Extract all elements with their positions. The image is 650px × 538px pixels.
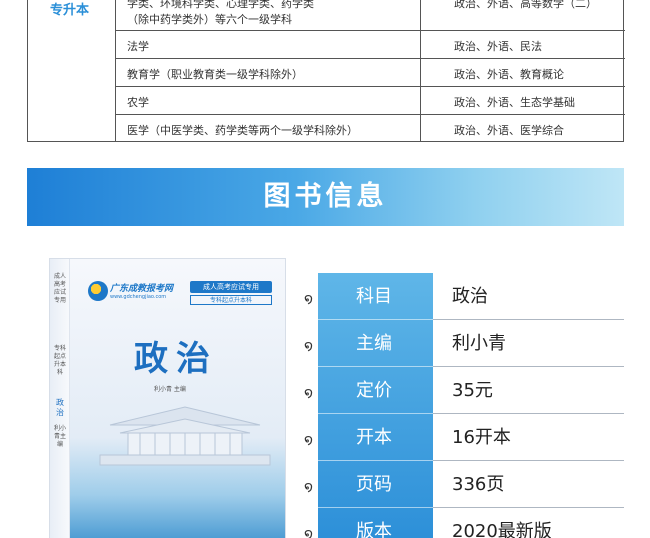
subjects-cell: 政治、外语、生态学基础: [421, 87, 625, 114]
level-cell: 专升本: [28, 0, 116, 141]
subjects-cell: 政治、外语、教育概论: [421, 59, 625, 86]
logo-url: www.gdchengjiao.com: [110, 294, 167, 300]
major-cell: 学类、环境科学类、心理学类、药学类 （除中药学类外）等六个一级学科: [116, 0, 421, 30]
level-badge: 专科起点升本科: [190, 295, 272, 305]
major-cell: 农学: [116, 87, 421, 114]
info-value: 16开本: [452, 427, 511, 448]
book-cover-image: 成人高考应试专用 专科起点升本科 政治 利小青主编 广东成教报考网 www.gd…: [49, 258, 286, 538]
subjects-cell: 政治、外语、高等数学（二）: [421, 0, 625, 30]
cover-title: 政治: [134, 339, 218, 379]
major-text: 学类、环境科学类、心理学类、药学类: [127, 0, 314, 10]
major-text: 教育学（职业教育类一级学科除外）: [127, 68, 303, 81]
section-banner: 图书信息: [27, 168, 624, 226]
table-row: 法学 政治、外语、民法: [116, 31, 625, 59]
spine-subject-text: 政治: [56, 398, 64, 417]
subjects-text: 政治、外语、高等数学（二）: [454, 0, 597, 10]
logo-circle-icon: [88, 281, 108, 301]
info-key: 科目: [356, 286, 392, 307]
admission-table: 专升本 学类、环境科学类、心理学类、药学类 （除中药学类外）等六个一级学科 政治…: [27, 0, 625, 142]
major-cell: 医学（中医学类、药学类等两个一级学科除外）: [116, 115, 421, 142]
book-spine: 成人高考应试专用 专科起点升本科 政治 利小青主编: [50, 259, 70, 538]
subjects-text: 政治、外语、医学综合: [454, 124, 564, 137]
info-key: 主编: [356, 333, 392, 354]
logo-name: 广东成教报考网: [110, 284, 174, 294]
spine-mid-text: 专科起点升本科: [54, 345, 67, 376]
major-cell: 法学: [116, 31, 421, 58]
binder-ring-icon: ໑: [304, 479, 313, 495]
table-row: 医学（中医学类、药学类等两个一级学科除外） 政治、外语、医学综合: [116, 115, 625, 142]
banner-title: 图书信息: [263, 181, 388, 212]
subjects-text: 政治、外语、民法: [454, 40, 542, 53]
info-key: 开本: [356, 427, 392, 448]
table-row: 农学 政治、外语、生态学基础: [116, 87, 625, 115]
binder-ring-icon: ໑: [304, 526, 313, 538]
subjects-cell: 政治、外语、民法: [421, 31, 625, 58]
major-text: 法学: [127, 40, 149, 53]
info-value: 35元: [452, 380, 493, 401]
info-key: 页码: [356, 474, 392, 495]
binder-ring-icon: ໑: [304, 385, 313, 401]
palace-illustration: [99, 406, 271, 466]
table-row: 学类、环境科学类、心理学类、药学类 （除中药学类外）等六个一级学科 政治、外语、…: [116, 0, 625, 31]
info-key: 版本: [356, 521, 392, 538]
major-cell: 教育学（职业教育类一级学科除外）: [116, 59, 421, 86]
subjects-text: 政治、外语、教育概论: [454, 68, 564, 81]
major-text: 医学（中医学类、药学类等两个一级学科除外）: [127, 124, 358, 137]
info-value: 336页: [452, 474, 505, 495]
info-row-pages: ໑ 页码 336页: [300, 461, 624, 508]
info-row-editor: ໑ 主编 利小青: [300, 320, 624, 367]
level-label: 专升本: [50, 3, 90, 18]
binder-ring-icon: ໑: [304, 338, 313, 354]
spine-author-text: 利小青主编: [54, 425, 67, 448]
info-value: 政治: [452, 286, 488, 307]
info-row-price: ໑ 定价 35元: [300, 367, 624, 414]
binder-ring-icon: ໑: [304, 291, 313, 307]
info-value: 2020最新版: [452, 521, 552, 538]
binder-ring-icon: ໑: [304, 432, 313, 448]
table-row: 教育学（职业教育类一级学科除外） 政治、外语、教育概论: [116, 59, 625, 87]
exam-badge: 成人高考应试专用: [190, 281, 272, 293]
info-value: 利小青: [452, 333, 506, 354]
info-key: 定价: [356, 380, 392, 401]
cover-author: 利小青 主编: [154, 386, 186, 393]
spine-top-text: 成人高考应试专用: [54, 273, 67, 304]
major-text: 农学: [127, 96, 149, 109]
subjects-text: 政治、外语、生态学基础: [454, 96, 575, 109]
subjects-cell: 政治、外语、医学综合: [421, 115, 625, 142]
info-row-subject: ໑ 科目 政治: [300, 273, 624, 320]
info-row-format: ໑ 开本 16开本: [300, 414, 624, 461]
major-text-line2: （除中药学类外）等六个一级学科: [127, 13, 292, 26]
info-row-edition: ໑ 版本 2020最新版: [300, 508, 624, 538]
